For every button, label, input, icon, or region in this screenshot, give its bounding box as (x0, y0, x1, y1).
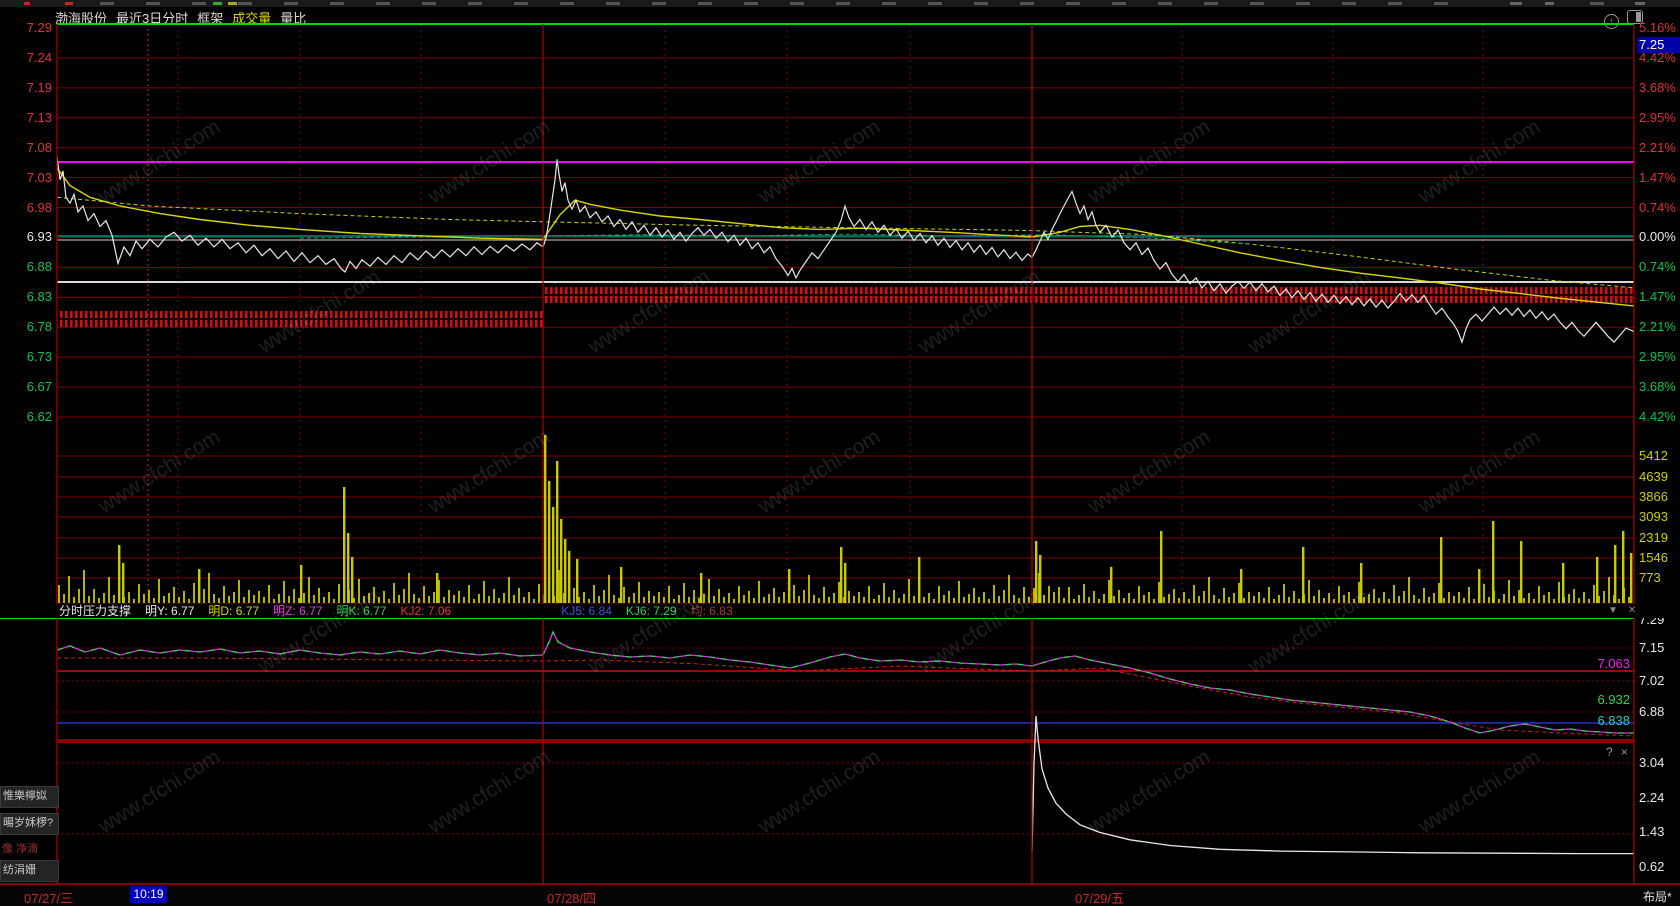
pct-axis-label: 3.68% (1639, 79, 1676, 95)
panel2-axis-label: 7.02 (1639, 673, 1665, 688)
panel2-line-magenta (56, 630, 1634, 734)
date-axis-bar: 10:19 布局* 07/27/三 07/28/四 07/29/五 (0, 885, 1680, 906)
price-axis-label: 6.67 (26, 379, 52, 395)
panel3-icons: ? × (1598, 745, 1628, 759)
pressure-band (57, 311, 543, 318)
indicator-item-6: KJ6: 7.29 (625, 604, 677, 618)
pressure-band (57, 320, 543, 327)
panel3-axis-label: 2.24 (1639, 790, 1665, 805)
price-axis-label: 6.73 (26, 349, 52, 365)
indicator-close-icon[interactable]: ✕ (1628, 605, 1636, 616)
panel3-axis-label: 0.62 (1639, 859, 1665, 874)
pct-axis-label: 2.21% (1639, 139, 1676, 155)
app-root: 渤海股份 最近3日分时 框架 成交量 量比 ↑ 7.25 7.29 7.24 7.19 7.1… (0, 0, 1680, 906)
layout-button[interactable]: 布局* (1643, 888, 1672, 905)
indicator-item-7: 均: 6.83 (690, 604, 733, 618)
panel2-line-green (56, 630, 1634, 734)
left-panel-label-3[interactable]: 纺涓姗 (0, 860, 59, 882)
panel3-axis-label: 3.04 (1639, 755, 1665, 770)
volume-axis-label: 1546 (1639, 550, 1668, 565)
price-axis-label: 7.03 (26, 169, 52, 185)
pct-axis-label: 4.42% (1639, 49, 1676, 65)
pct-axis-label: 0.74% (1639, 199, 1676, 215)
panel3-axis-label: 1.43 (1639, 824, 1665, 839)
volume-axis-label: 773 (1639, 570, 1661, 585)
indicator-item-5: KJ5: 6.84 (561, 604, 612, 618)
pct-axis-label: 1.47% (1639, 169, 1676, 185)
left-panel-label-1[interactable]: 暘岁姀椤? (0, 813, 59, 835)
price-axis-label: 6.93 (26, 229, 52, 245)
indicator-dropdown-icon[interactable]: ▼ (1608, 605, 1618, 616)
help-icon[interactable]: ? (1606, 745, 1613, 759)
time-marker-tag: 10:19 (130, 886, 167, 903)
price-axis-label: 7.19 (26, 79, 52, 95)
panel3-close-icon[interactable]: × (1621, 745, 1628, 759)
indicator-title: 分时压力支撑 (59, 604, 132, 618)
date-label-0: 07/27/三 (24, 891, 74, 906)
pct-axis-label: 2.21% (1639, 319, 1676, 335)
indicator-values: 明Y: 6.77 明D: 6.77 明Z: 6.77 明K: 6.77 KJ2: 7.0… (145, 604, 747, 618)
pct-axis-label: 2.95% (1639, 349, 1676, 365)
pct-axis-label: 1.47% (1639, 289, 1676, 305)
pct-axis-label: 0.74% (1639, 259, 1676, 275)
price-axis-label: 6.78 (26, 319, 52, 335)
volume-axis-label: 3866 (1639, 489, 1668, 504)
pct-axis-label: 0.00% (1639, 229, 1676, 245)
pct-axis-label: 4.42% (1639, 408, 1676, 424)
indicator-item-3: 明K: 6.77 (336, 604, 387, 618)
indicator-item-1: 明D: 6.77 (208, 604, 260, 618)
price-axis-label: 7.29 (26, 20, 52, 35)
pct-axis-label: 3.68% (1639, 379, 1676, 395)
panel2-level-label: 6.838 (1597, 713, 1630, 728)
indicator-item-2: 明Z: 6.77 (273, 604, 323, 618)
price-axis-label: 6.83 (26, 289, 52, 305)
panel2-level-label: 7.063 (1597, 656, 1630, 671)
indicator-bar-icons: ▼ ✕ (1598, 604, 1636, 618)
pct-axis-label: 2.95% (1639, 109, 1676, 125)
pressure-band (543, 296, 1634, 303)
price-axis-label: 6.88 (26, 259, 52, 275)
panel2-trail-dashed (57, 657, 1635, 737)
left-panel-label-0[interactable]: 惟樂檸姒 (0, 786, 59, 808)
volume-axis-label: 2319 (1639, 530, 1668, 545)
pct-axis-label: 5.16% (1639, 20, 1676, 35)
price-axis-label: 7.24 (26, 49, 52, 65)
price-axis-label: 6.62 (26, 408, 52, 424)
indicator-bar: 分时压力支撑 明Y: 6.77 明D: 6.77 明Z: 6.77 明K: 6.77 KJ… (0, 604, 1680, 618)
price-axis-label: 7.13 (26, 109, 52, 125)
panel2-axis-label: 7.15 (1639, 640, 1665, 655)
left-panel-label-2[interactable]: 像 净滴 (2, 840, 56, 856)
panel2-axis-label: 6.88 (1639, 704, 1665, 719)
price-axis-label: 7.08 (26, 139, 52, 155)
panel2-level-label: 6.932 (1597, 692, 1630, 707)
volume-axis-label: 3093 (1639, 509, 1668, 524)
volume-axis-label: 5412 (1639, 448, 1668, 463)
chart-canvas (0, 23, 1680, 885)
date-label-2: 07/29/五 (1075, 891, 1125, 906)
price-axis-label: 6.98 (26, 199, 52, 215)
volume-axis-label: 4639 (1639, 469, 1668, 484)
indicator-item-4: KJ2: 7.06 (400, 604, 452, 618)
avg-dashed-line (56, 196, 1635, 289)
volume-ratio-line (1031, 716, 1634, 855)
date-label-1: 07/28/四 (547, 891, 597, 906)
indicator-item-0: 明Y: 6.77 (145, 604, 195, 618)
